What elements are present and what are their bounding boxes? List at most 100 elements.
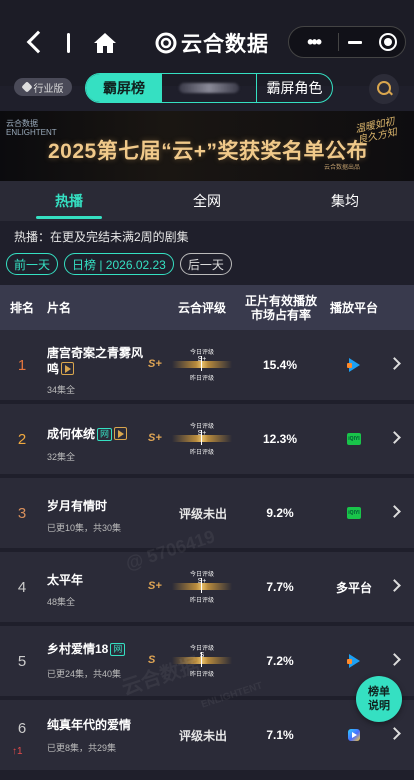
show-title: 成何体统网 <box>47 426 157 442</box>
table-row[interactable]: 4 太平年 48集全 S+ 今日评级 S+ 昨日评级 7.7% 多平台 <box>0 552 414 622</box>
home-icon[interactable] <box>93 32 117 54</box>
tab-description: 热播：在更及完结未满2周的剧集 <box>14 230 189 244</box>
show-title-text: 太平年 <box>47 573 84 587</box>
col-rank: 排名 <box>9 300 34 315</box>
grade-gauge: 今日评级 S+ 昨日评级 <box>170 421 234 457</box>
rank-number: 1 <box>17 356 27 374</box>
grade-label: S+ <box>148 432 162 444</box>
chevron-right-icon[interactable] <box>388 505 401 518</box>
platform-cell: iQIYI <box>334 478 374 548</box>
iqiyi-icon: iQIYI <box>347 507 361 519</box>
gauge-value: S+ <box>197 578 207 585</box>
page-title-text: 云合数据 <box>181 33 269 56</box>
ranking-type-segment: 霸屏榜 霸屏角色 <box>85 73 333 103</box>
gauge-today-label: 今日评级 <box>189 350 214 356</box>
episode-info: 32集全 <box>47 452 76 462</box>
rank-number: 4 <box>17 578 27 596</box>
episode-info: 已更24集，共40集 <box>47 669 122 679</box>
gauge-value: S <box>199 652 205 659</box>
play-tag-icon <box>61 362 75 375</box>
table-row[interactable]: 3 岁月有情时 已更10集，共30集 评级未出 9.2% iQIYI <box>0 478 414 548</box>
gauge-yesterday-label: 昨日评级 <box>189 672 214 678</box>
rank-number: 3 <box>17 504 27 522</box>
chevron-right-icon[interactable] <box>388 727 401 740</box>
rank-number: 2 <box>17 430 27 448</box>
category-tabs: 热播 全网 集均 <box>0 181 414 221</box>
platform-multi: 多平台 <box>335 580 372 595</box>
episode-info: 已更8集，共29集 <box>47 743 117 753</box>
market-share: 9.2% <box>266 506 294 520</box>
episode-info: 已更10集，共30集 <box>47 523 122 533</box>
banner-signature: 温暖如初 良久方知 <box>354 116 398 147</box>
tab-all-network[interactable]: 全网 <box>138 181 276 221</box>
gauge-today-label: 今日评级 <box>189 572 214 578</box>
market-share: 12.3% <box>262 432 298 446</box>
industry-badge-label: 行业版 <box>33 83 64 95</box>
tab-hot[interactable]: 热播 <box>0 181 138 221</box>
iqiyi-icon: iQIYI <box>347 433 361 445</box>
float-line1: 榜单 <box>368 686 390 698</box>
table-row[interactable]: 1 唐宫奇案之青雾风鸣 34集全 S+ 今日评级 S+ 昨日评级 15.4% <box>0 330 414 400</box>
market-share: 7.7% <box>266 580 294 594</box>
gauge-today-label: 今日评级 <box>189 424 214 430</box>
show-title-text: 乡村爱情18 <box>47 642 109 656</box>
minimize-icon[interactable] <box>339 40 371 44</box>
tab-ba-ping-role[interactable]: 霸屏角色 <box>257 74 332 102</box>
tab-blurred[interactable] <box>162 74 257 102</box>
gauge-value: S+ <box>197 356 207 363</box>
table-row[interactable]: 5 乡村爱情18 网 已更24集，共40集 S 今日评级 S 昨日评级 7.2% <box>0 626 414 696</box>
show-title-text: 纯真年代的爱情 <box>47 718 132 732</box>
show-title: 岁月有情时 <box>47 498 147 514</box>
chevron-right-icon[interactable] <box>388 431 401 444</box>
grade-label: S <box>148 654 156 666</box>
grade-pending: 评级未出 <box>179 728 228 743</box>
chevron-right-icon[interactable] <box>388 579 401 592</box>
diamond-icon <box>20 81 33 93</box>
blurred-label <box>179 83 239 93</box>
tab-episode-avg[interactable]: 集均 <box>276 181 414 221</box>
show-title-text: 成何体统 <box>47 427 96 441</box>
date-navigator: 前一天 日榜 | 2026.02.23 后一天 <box>6 253 232 275</box>
ranking-explanation-button[interactable]: 榜单 说明 <box>356 676 402 722</box>
yunhe-logo-icon <box>155 32 177 54</box>
banner-title: 2025第七届“云+”奖获奖名单公布 <box>48 140 368 163</box>
chevron-right-icon[interactable] <box>388 357 401 370</box>
show-title: 唐宫奇案之青雾风鸣 <box>47 345 147 377</box>
next-day-button[interactable]: 后一天 <box>179 253 232 275</box>
grade-gauge: 今日评级 S+ 昨日评级 <box>170 347 234 383</box>
promo-banner[interactable]: 云合数据 ENLIGHTENT 2025第七届“云+”奖获奖名单公布 云合数据出… <box>0 111 414 181</box>
table-row[interactable]: 2 成何体统网 32集全 S+ 今日评级 S+ 昨日评级 12.3% iQIYI <box>0 404 414 474</box>
web-series-tag: 网 <box>97 428 113 441</box>
back-icon[interactable] <box>26 30 44 56</box>
close-target-icon[interactable] <box>372 33 405 51</box>
col-grade: 云合评级 <box>177 300 226 315</box>
grade-label: S+ <box>148 580 162 592</box>
gauge-today-label: 今日评级 <box>189 646 214 652</box>
table-row[interactable]: 6 ↑1 纯真年代的爱情 已更8集，共29集 评级未出 7.1% <box>0 700 414 770</box>
industry-edition-badge[interactable]: 行业版 <box>14 78 72 96</box>
rank-number: 5 <box>17 652 27 670</box>
youku-icon <box>347 728 361 742</box>
episode-info: 48集全 <box>47 597 76 607</box>
chevron-right-icon[interactable] <box>388 653 401 666</box>
gauge-yesterday-label: 昨日评级 <box>189 598 214 604</box>
gauge-yesterday-label: 昨日评级 <box>189 450 214 456</box>
show-title: 乡村爱情18 网 <box>47 641 157 657</box>
rank-change: ↑1 <box>12 746 23 757</box>
platform-cell <box>334 330 374 400</box>
page-title: 云合数据 <box>155 29 269 57</box>
search-icon[interactable] <box>369 74 399 104</box>
col-share: 正片有效播放市场占有率 <box>244 293 317 322</box>
market-share: 7.1% <box>266 728 294 742</box>
table-header: 排名 片名 云合评级 正片有效播放市场占有率 播放平台 <box>0 285 414 330</box>
play-tag-icon <box>114 427 128 440</box>
col-platform: 播放平台 <box>329 300 378 315</box>
market-share: 15.4% <box>262 358 298 372</box>
tab-ba-ping-bang[interactable]: 霸屏榜 <box>86 74 162 102</box>
more-menu-icon[interactable]: ••• <box>289 32 338 53</box>
prev-day-button[interactable]: 前一天 <box>6 253 59 275</box>
date-picker[interactable]: 日榜 | 2026.02.23 <box>64 253 174 275</box>
mini-program-capsule: ••• <box>288 26 406 58</box>
web-series-tag: 网 <box>110 643 126 656</box>
grade-label: S+ <box>148 358 162 370</box>
